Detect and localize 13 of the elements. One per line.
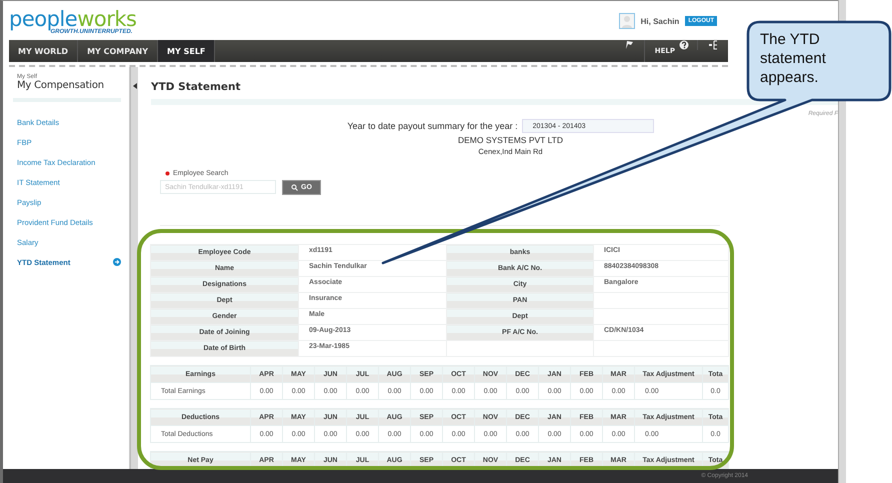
nav-tab[interactable]: MY WORLD — [9, 40, 78, 62]
search-icon — [291, 184, 298, 191]
user-greeting: Hi, Sachin — [640, 16, 680, 26]
company-name: DEMO SYSTEMS PVT LTD — [456, 135, 564, 145]
callout-text: The YTD statement appears. — [760, 30, 827, 87]
avatar-icon — [618, 13, 635, 29]
arrow-icon — [113, 258, 121, 266]
nav-tab[interactable]: MY SELF — [158, 40, 216, 62]
page-title: YTD Statement — [151, 81, 241, 93]
section-title: My Compensation — [17, 80, 105, 91]
collapse-handle-icon[interactable] — [132, 83, 136, 89]
year-label: Year to date payout summary for the year : — [347, 121, 518, 131]
app-logo: peopleworks — [9, 9, 136, 29]
